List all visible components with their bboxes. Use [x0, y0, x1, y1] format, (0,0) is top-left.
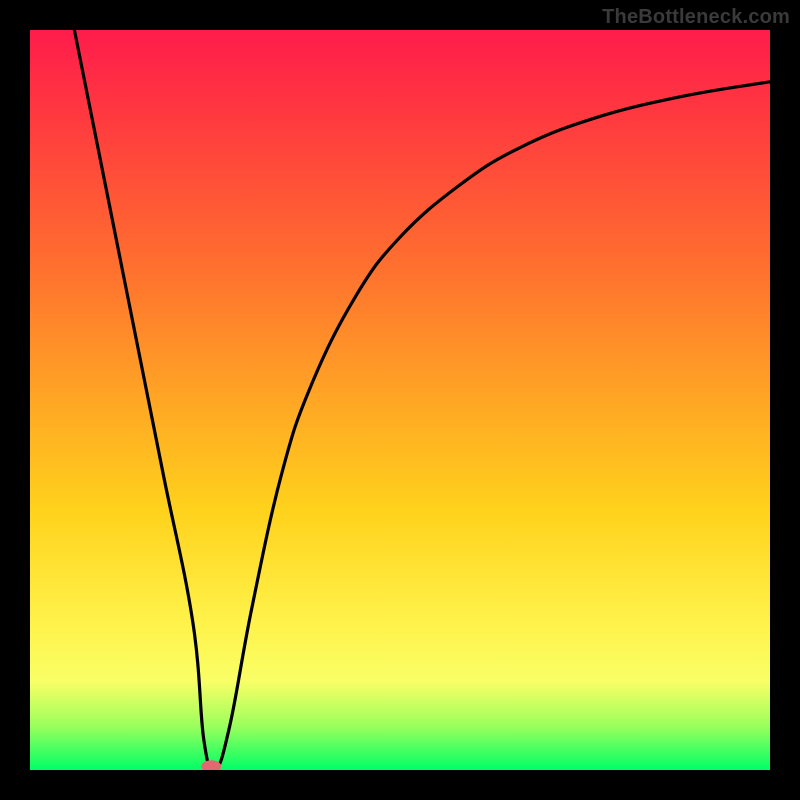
min-marker	[201, 760, 221, 770]
plot-area	[30, 30, 770, 770]
chart-frame: TheBottleneck.com	[0, 0, 800, 800]
watermark-text: TheBottleneck.com	[602, 6, 790, 29]
bottleneck-curve	[74, 30, 770, 770]
curve-layer	[30, 30, 770, 770]
